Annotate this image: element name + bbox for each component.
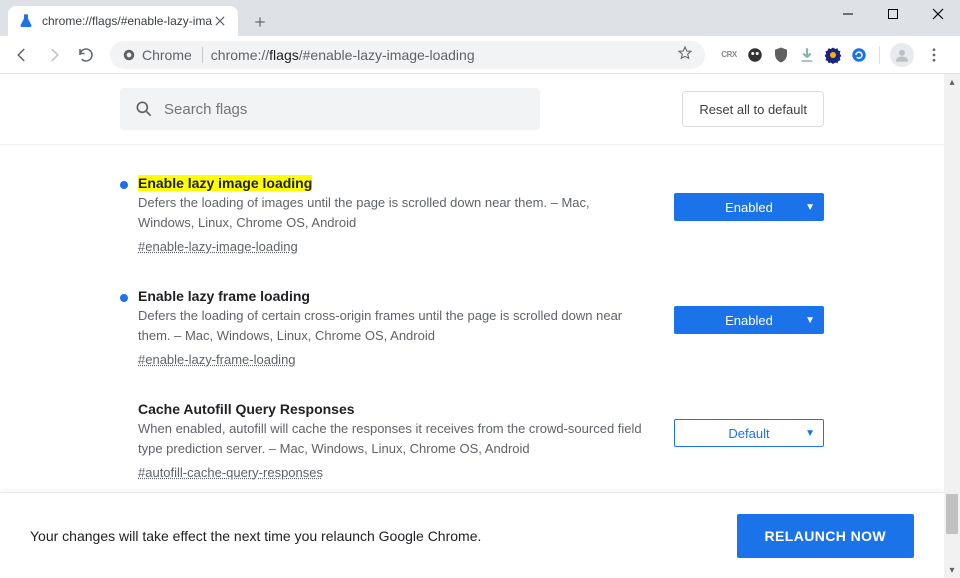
flag-description: Defers the loading of images until the p… xyxy=(138,193,644,232)
reload-button[interactable] xyxy=(72,41,100,69)
flag-body: Enable lazy image loading Defers the load… xyxy=(138,175,664,256)
reset-all-button[interactable]: Reset all to default xyxy=(682,91,824,127)
select-label: Enabled xyxy=(725,313,773,328)
ublock-extension-icon[interactable] xyxy=(771,45,791,65)
chevron-down-icon: ▼ xyxy=(805,315,815,326)
forward-button[interactable] xyxy=(40,41,68,69)
relaunch-button[interactable]: RELAUNCH NOW xyxy=(737,514,914,558)
flag-select[interactable]: Default ▼ xyxy=(674,419,824,447)
flag-anchor-link[interactable]: #enable-lazy-image-loading xyxy=(138,239,298,254)
url-text: chrome://flags/#enable-lazy-image-loadin… xyxy=(211,47,669,63)
download-extension-icon[interactable] xyxy=(797,45,817,65)
flag-select-value[interactable]: Enabled ▼ xyxy=(674,193,824,221)
search-icon xyxy=(134,99,154,119)
flag-body: Cache Autofill Query Responses When enabl… xyxy=(138,401,664,482)
chevron-down-icon: ▼ xyxy=(805,202,815,213)
flag-anchor-link[interactable]: #enable-lazy-frame-loading xyxy=(138,352,296,367)
flag-item: Enable lazy image loading Defers the load… xyxy=(120,153,824,266)
flag-body: Enable lazy frame loading Defers the load… xyxy=(138,288,664,369)
flask-icon xyxy=(18,13,34,29)
address-bar[interactable]: Chrome chrome://flags/#enable-lazy-image… xyxy=(110,41,705,69)
badge-extension-icon[interactable] xyxy=(823,45,843,65)
scroll-up-button[interactable]: ▴ xyxy=(944,74,960,90)
tab-title: chrome://flags/#enable-lazy-ima xyxy=(42,14,212,28)
panda-extension-icon[interactable] xyxy=(745,45,765,65)
search-flags-field[interactable] xyxy=(120,88,540,130)
browser-tab[interactable]: chrome://flags/#enable-lazy-ima xyxy=(8,6,238,36)
flag-anchor-link[interactable]: #autofill-cache-query-responses xyxy=(138,465,323,480)
browser-toolbar: Chrome chrome://flags/#enable-lazy-image… xyxy=(0,36,960,74)
new-tab-button[interactable] xyxy=(246,8,274,36)
close-button[interactable] xyxy=(915,0,960,28)
kebab-menu-button[interactable] xyxy=(920,41,948,69)
toolbar-separator xyxy=(879,46,880,64)
crx-extension-icon[interactable]: CRX xyxy=(719,45,739,65)
chrome-icon xyxy=(122,48,136,62)
select-label: Default xyxy=(728,426,769,441)
relaunch-bar: Your changes will take effect the next t… xyxy=(0,492,944,578)
minimize-button[interactable] xyxy=(825,0,870,28)
chevron-down-icon: ▼ xyxy=(805,428,815,439)
flags-header: Reset all to default xyxy=(0,74,944,145)
flag-title: Enable lazy frame loading xyxy=(138,288,310,304)
page-viewport: Reset all to default Enable lazy image l… xyxy=(0,74,960,578)
flag-description: Defers the loading of certain cross-orig… xyxy=(138,306,644,345)
extension-icons: CRX xyxy=(715,41,952,69)
flag-select-value[interactable]: Enabled ▼ xyxy=(674,306,824,334)
origin-label: Chrome xyxy=(142,47,192,63)
modified-indicator-dot xyxy=(120,181,128,189)
relaunch-message: Your changes will take effect the next t… xyxy=(30,528,737,544)
profile-avatar[interactable] xyxy=(890,43,914,67)
flag-select-value[interactable]: Default ▼ xyxy=(674,419,824,447)
scrollbar-track[interactable]: ▴ ▾ xyxy=(944,74,960,578)
circle-extension-icon[interactable] xyxy=(849,45,869,65)
back-button[interactable] xyxy=(8,41,36,69)
flag-select[interactable]: Enabled ▼ xyxy=(674,306,824,334)
flag-item: Enable lazy frame loading Defers the load… xyxy=(120,266,824,379)
flag-description: When enabled, autofill will cache the re… xyxy=(138,419,644,458)
flag-item: Cache Autofill Query Responses When enabl… xyxy=(120,379,824,492)
window-controls xyxy=(825,0,960,28)
scroll-down-button[interactable]: ▾ xyxy=(944,562,960,578)
scrollbar-thumb[interactable] xyxy=(946,494,958,534)
flag-title: Cache Autofill Query Responses xyxy=(138,401,355,417)
flag-title: Enable lazy image loading xyxy=(138,175,312,191)
flag-select[interactable]: Enabled ▼ xyxy=(674,193,824,221)
maximize-button[interactable] xyxy=(870,0,915,28)
tab-close-icon[interactable] xyxy=(212,13,228,29)
tab-strip: chrome://flags/#enable-lazy-ima xyxy=(0,0,960,36)
search-input[interactable] xyxy=(164,101,526,118)
modified-indicator-dot xyxy=(120,294,128,302)
flags-list: Enable lazy image loading Defers the load… xyxy=(0,145,944,492)
origin-chip: Chrome xyxy=(122,47,203,63)
select-label: Enabled xyxy=(725,200,773,215)
bookmark-star-icon[interactable] xyxy=(677,45,693,64)
